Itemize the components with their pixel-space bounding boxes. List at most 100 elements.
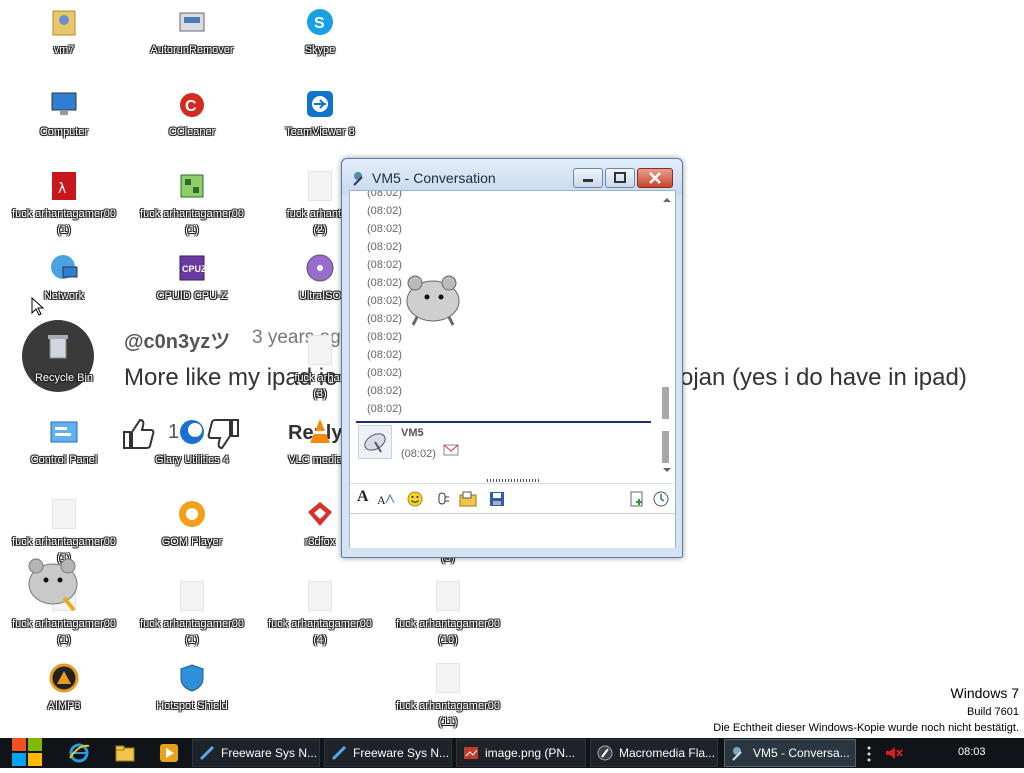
desktop-icon-label: Network: [43, 290, 85, 302]
desktop-icon-label: Computer: [39, 126, 89, 138]
volume-muted-icon[interactable]: [884, 746, 904, 760]
watermark-genuine-notice: Die Echtheit dieser Windows-Kopie wurde …: [713, 722, 1019, 734]
blank-file-icon: [304, 580, 336, 612]
desktop-icon-label: TeamViewer 8: [285, 126, 355, 138]
share-files-icon[interactable]: [459, 491, 477, 507]
satellite-dish-icon: [364, 433, 386, 453]
bear-emoticon-icon: [28, 558, 78, 612]
desktop-icon-autorun[interactable]: AutorunRemover: [128, 0, 256, 80]
explorer-folder-icon[interactable]: [114, 742, 136, 764]
blank-file-icon: [176, 580, 208, 612]
desktop-icon-vm7[interactable]: vm7: [0, 0, 128, 80]
svg-text:S: S: [314, 15, 325, 32]
message-timestamp: (08:02): [367, 349, 402, 361]
scroll-up-icon[interactable]: [663, 197, 671, 203]
close-button[interactable]: [637, 168, 673, 188]
taskbar-button-image[interactable]: image.png (PN...: [456, 739, 586, 767]
yt-comment-text-right: ojan (yes i do have in ipad): [680, 364, 967, 391]
desktop-icon-ccleaner[interactable]: C CCleaner: [128, 82, 256, 162]
scroll-thumb-lower[interactable]: [662, 431, 669, 463]
desktop-icon-control-panel[interactable]: Control Panel: [0, 410, 128, 490]
chat-scrollbar[interactable]: [660, 191, 674, 481]
desktop-icon-file-10[interactable]: fuck arhantagamer00 (10): [384, 574, 512, 654]
desktop-icon-file-c[interactable]: fuck arhantagamer00 (1): [128, 574, 256, 654]
smiley-icon[interactable]: [407, 491, 423, 507]
taskbar-button-flash[interactable]: Macromedia Fla...: [590, 739, 718, 767]
installer-icon: [176, 170, 208, 202]
desktop-icon-label: fuck arhantagamer00 (11): [396, 700, 500, 728]
aimp-icon: [48, 662, 80, 694]
desktop-icon-label: Control Panel: [30, 454, 98, 466]
desktop-icon-label: CCleaner: [168, 126, 216, 138]
desktop-icon-cpuz[interactable]: CPUZ CPUID CPU-Z: [128, 246, 256, 326]
messenger-window[interactable]: VM5 - Conversation (08:02) (08:02) (08:0…: [341, 158, 683, 558]
taskbar-button-freeware-1[interactable]: Freeware Sys N...: [192, 739, 320, 767]
internet-explorer-icon[interactable]: [68, 742, 90, 764]
envelope-icon: [443, 444, 459, 456]
resize-grip[interactable]: [487, 479, 541, 482]
task-label: image.png (PN...: [485, 746, 576, 760]
task-label: Freeware Sys N...: [353, 746, 450, 760]
scroll-down-icon[interactable]: [663, 467, 671, 473]
chat-history[interactable]: (08:02) (08:02) (08:02) (08:02) (08:02) …: [350, 191, 660, 423]
message-timestamp: (08:02): [367, 385, 402, 397]
app-icon: [199, 745, 215, 761]
desktop-icon-label: AutorunRemover: [150, 44, 234, 56]
blank-file-icon: [432, 580, 464, 612]
user-folder-icon: [48, 6, 80, 38]
flash-icon: [597, 745, 613, 761]
blank-file-icon: [48, 498, 80, 530]
message-timestamp: (08:02): [367, 313, 402, 325]
desktop-icon-gom[interactable]: GOM Player: [128, 492, 256, 572]
format-toolbar: A A: [350, 483, 675, 514]
add-document-icon[interactable]: [629, 491, 645, 507]
desktop-icon-pdf[interactable]: λ fuck arhantagamer00 (1): [0, 164, 128, 244]
taskbar-button-vm5-conversation[interactable]: VM5 - Conversa...: [724, 739, 856, 767]
glary-icon: [176, 416, 208, 448]
desktop-icon-file-4[interactable]: fuck arhantagamer00 (4): [256, 574, 384, 654]
desktop-icon-skype[interactable]: S Skype: [256, 0, 384, 80]
maximize-button[interactable]: [605, 168, 635, 188]
desktop-icon-label: GOM Player: [161, 536, 223, 548]
text-effects-icon[interactable]: A: [377, 491, 395, 507]
skype-icon: S: [304, 6, 336, 38]
window-title: VM5 - Conversation: [372, 170, 496, 186]
desktop-icon-recycle-bin[interactable]: Recycle Bin: [0, 328, 128, 408]
message-timestamp: (08:02): [367, 223, 402, 235]
r3dfox-icon: [304, 498, 336, 530]
watermark-build: Build 7601: [967, 706, 1019, 718]
message-input[interactable]: [350, 513, 675, 548]
media-player-icon[interactable]: [158, 742, 180, 764]
network-icon: [48, 252, 80, 284]
desktop-icon-label: fuck arhantagamer00 (10): [396, 618, 500, 646]
app-icon: [331, 745, 347, 761]
message-timestamp: (08:02): [367, 331, 402, 343]
desktop-icon-hotspot[interactable]: Hotspot Shield: [128, 656, 256, 736]
desktop-icon-label: Recycle Bin: [34, 372, 94, 384]
message-timestamp: (08:02): [367, 367, 402, 379]
message-timestamp: (08:02): [367, 403, 402, 415]
start-button[interactable]: [8, 738, 46, 768]
desktop-icon-computer[interactable]: Computer: [0, 82, 128, 162]
desktop-icon-label: vm7: [53, 44, 75, 56]
desktop-icon-teamviewer[interactable]: TeamViewer 8: [256, 82, 384, 162]
desktop-icon-network[interactable]: Network: [0, 246, 128, 326]
desktop-icon-exe[interactable]: fuck arhantagamer00 (1): [128, 164, 256, 244]
desktop-icon-glary[interactable]: Glary Utilities 4: [128, 410, 256, 490]
tray-overflow-icon[interactable]: [866, 746, 872, 762]
image-icon: [464, 747, 478, 759]
minimize-button[interactable]: [573, 168, 603, 188]
taskbar-clock[interactable]: 08:03: [958, 746, 986, 758]
taskbar-button-freeware-2[interactable]: Freeware Sys N...: [324, 739, 452, 767]
desktop-icon-file-11[interactable]: fuck arhantagamer00 (11): [384, 656, 512, 736]
message-timestamp: (08:02): [367, 259, 402, 271]
desktop-icon-label: Skype: [304, 44, 336, 56]
desktop-icon-label: fuck arhantagamer00 (1): [140, 208, 244, 236]
scroll-thumb[interactable]: [662, 387, 669, 419]
desktop-icon-aimp[interactable]: AIMP3: [0, 656, 128, 736]
nudge-icon[interactable]: [435, 491, 451, 507]
save-icon[interactable]: [489, 491, 505, 507]
history-icon[interactable]: [653, 491, 669, 507]
svg-text:λ: λ: [58, 181, 66, 197]
font-icon[interactable]: A: [357, 488, 369, 506]
